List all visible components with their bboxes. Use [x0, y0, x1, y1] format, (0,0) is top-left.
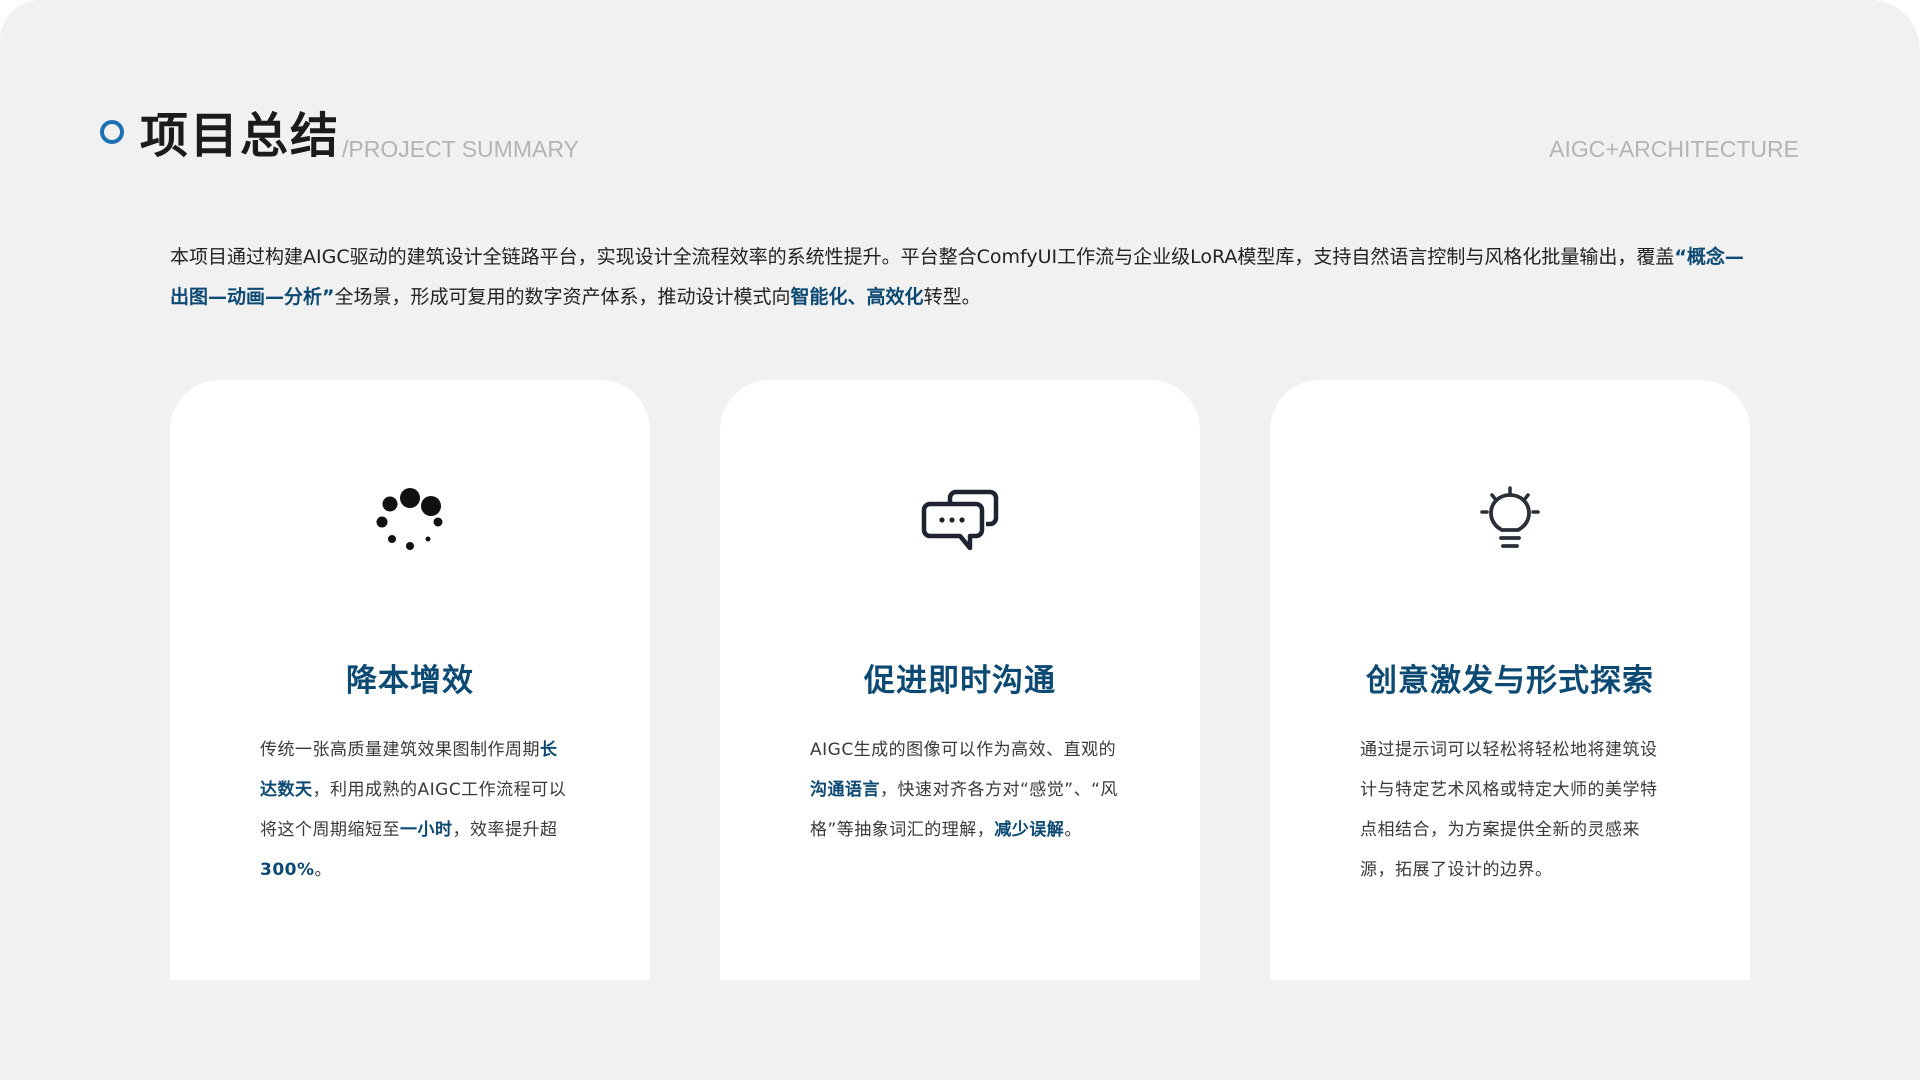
intro-separator: 、: [847, 286, 867, 308]
intro-text-1: 本项目通过构建AIGC驱动的建筑设计全链路平台，实现设计全流程效率的系统性提升。…: [170, 246, 1675, 268]
page-title: 项目总结: [140, 108, 341, 164]
card-communication: 促进即时沟通 AIGC生成的图像可以作为高效、直观的沟通语言，快速对齐各方对“感…: [720, 380, 1200, 980]
card-text-part: 传统一张高质量建筑效果图制作周期: [260, 740, 540, 760]
circle-icon: [100, 120, 124, 144]
card-text-part: 。: [1064, 820, 1082, 840]
card-text: 传统一张高质量建筑效果图制作周期长达数天，利用成熟的AIGC工作流程可以将这个周…: [260, 730, 570, 890]
card-text-highlight: 300%: [260, 860, 315, 880]
chat-bubbles-icon: [921, 489, 999, 551]
card-text-part: AIGC生成的图像可以作为高效、直观的: [810, 740, 1117, 760]
card-cost-efficiency: 降本增效 传统一张高质量建筑效果图制作周期长达数天，利用成熟的AIGC工作流程可…: [170, 380, 650, 980]
intro-highlight-intelligent: 智能化: [790, 286, 848, 308]
card-title: 降本增效: [346, 663, 474, 699]
slide: 项目总结 /PROJECT SUMMARY AIGC+ARCHITECTURE …: [0, 0, 1920, 1080]
header-tag: AIGC+ARCHITECTURE: [1549, 136, 1799, 162]
card-text-part: 。: [314, 860, 333, 880]
card-text-part: ，效率提升超: [452, 820, 558, 840]
card-title: 促进即时沟通: [864, 663, 1056, 699]
card-text: 通过提示词可以轻松将轻松地将建筑设计与特定艺术风格或特定大师的美学特点相结合，为…: [1360, 730, 1670, 890]
loading-spinner-icon: [376, 488, 443, 550]
intro-text-3: 转型。: [923, 286, 981, 308]
intro-paragraph: 本项目通过构建AIGC驱动的建筑设计全链路平台，实现设计全流程效率的系统性提升。…: [170, 237, 1760, 317]
card-text-highlight: 一小时: [400, 820, 453, 840]
card-creativity: 创意激发与形式探索 通过提示词可以轻松将轻松地将建筑设计与特定艺术风格或特定大师…: [1270, 380, 1750, 980]
card-text: AIGC生成的图像可以作为高效、直观的沟通语言，快速对齐各方对“感觉”、“风格”…: [810, 730, 1120, 850]
lightbulb-icon: [1480, 486, 1540, 548]
page-subtitle: /PROJECT SUMMARY: [342, 136, 579, 162]
card-text-highlight: 沟通语言: [810, 780, 880, 800]
intro-highlight-efficient: 高效化: [866, 286, 924, 308]
card-text-part: 通过提示词可以轻松将轻松地将建筑设计与特定艺术风格或特定大师的美学特点相结合，为…: [1360, 740, 1658, 880]
intro-text-2: 全场景，形成可复用的数字资产体系，推动设计模式向: [334, 286, 791, 308]
card-text-highlight: 减少误解: [994, 820, 1065, 840]
card-title: 创意激发与形式探索: [1366, 663, 1654, 699]
